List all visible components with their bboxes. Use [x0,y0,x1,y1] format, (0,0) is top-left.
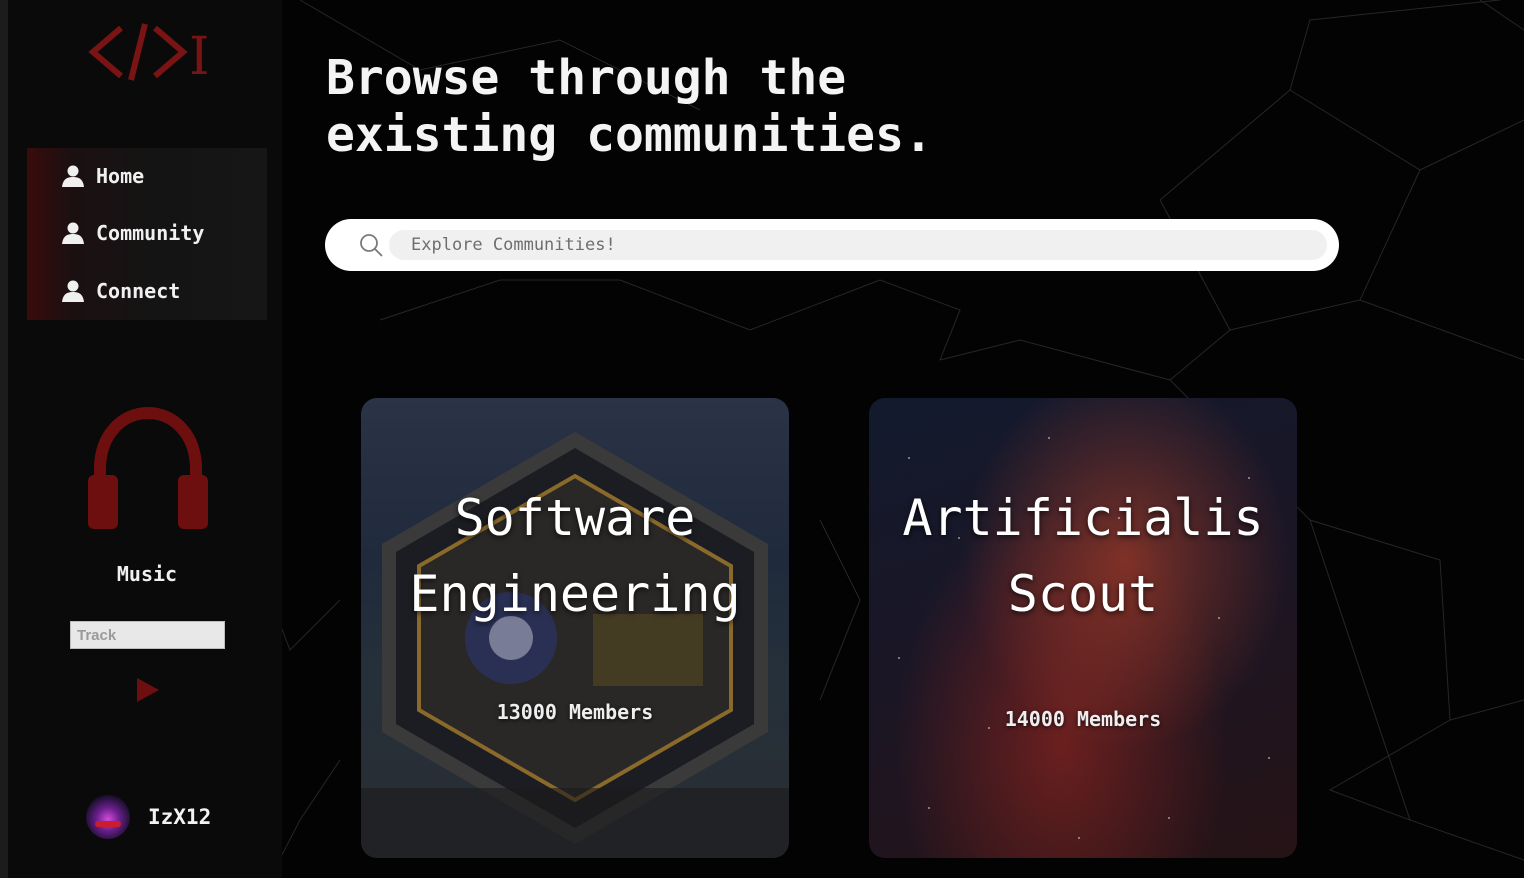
community-title-line-2: Scout [1007,565,1159,623]
play-icon[interactable] [135,676,161,704]
sidebar-item-home[interactable]: Home [61,163,144,189]
search-icon[interactable] [358,232,384,258]
sidebar-item-label: Community [96,221,205,245]
page-title: Browse through the existing communities. [326,50,1086,164]
avatar[interactable] [86,795,130,839]
svg-text:I: I [189,27,210,82]
community-member-count: 13000 Members [496,700,654,724]
username: IzX12 [148,805,212,829]
sidebar-item-label: Connect [96,279,181,303]
headphones-icon[interactable] [86,405,210,531]
user-icon [62,280,84,302]
community-title-line-2: Engineering [409,565,741,623]
track-input[interactable] [70,621,225,649]
community-title-line-1: Software [454,489,696,547]
community-title-line-1: Artificialis [902,489,1264,547]
user-profile[interactable]: IzX12 [86,794,211,840]
sidebar-item-connect[interactable]: Connect [61,278,180,304]
user-icon [62,165,84,187]
sidebar-item-label: Home [96,164,145,188]
sidebar-nav: Home Community Connect [27,148,267,320]
user-icon [62,222,84,244]
search-bar[interactable] [325,219,1339,271]
community-card-artificialis-scout[interactable]: Artificialis Scout 14000 Members [869,398,1297,858]
sidebar-item-community[interactable]: Community [61,220,204,246]
logo-icon[interactable]: I [83,18,213,82]
page-title-line-1: Browse through the [326,50,847,106]
search-input[interactable] [389,230,1327,260]
community-card-software-engineering[interactable]: Software Engineering 13000 Members [361,398,789,858]
music-label: Music [116,562,178,586]
sidebar: I Home Community Connect Music Track IzX… [8,0,282,878]
community-member-count: 14000 Members [1004,707,1162,731]
page-title-line-2: existing communities. [326,107,933,163]
window-edge [0,0,8,878]
